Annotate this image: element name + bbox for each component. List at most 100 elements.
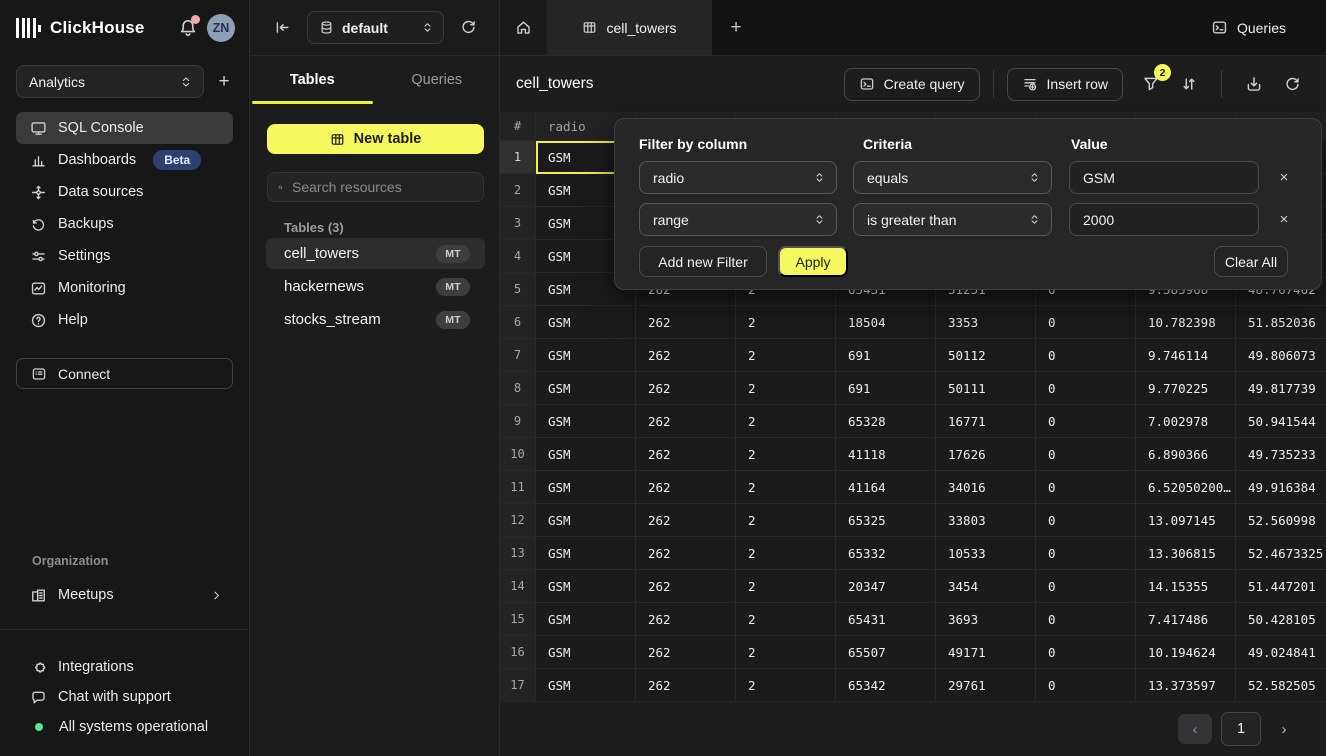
clear-all-button[interactable]: Clear All: [1214, 246, 1288, 277]
row-number[interactable]: 7: [500, 339, 536, 372]
table-cell[interactable]: 262: [636, 537, 736, 570]
sidebar-item-backups[interactable]: Backups: [16, 208, 233, 240]
table-cell[interactable]: GSM: [536, 636, 636, 669]
list-item-hackernews[interactable]: hackernews MT: [266, 271, 485, 302]
queries-link[interactable]: Queries: [1211, 0, 1326, 55]
table-cell[interactable]: GSM: [536, 339, 636, 372]
table-cell[interactable]: 2: [736, 603, 836, 636]
table-cell[interactable]: 262: [636, 636, 736, 669]
row-number[interactable]: 10: [500, 438, 536, 471]
row-number[interactable]: 6: [500, 306, 536, 339]
table-cell[interactable]: 50111: [936, 372, 1036, 405]
download-button[interactable]: [1238, 68, 1270, 100]
table-cell[interactable]: 51.852036: [1236, 306, 1326, 339]
filter-value-input[interactable]: [1069, 161, 1259, 194]
search-resources-box[interactable]: [267, 172, 484, 202]
table-cell[interactable]: 0: [1036, 504, 1136, 537]
table-cell[interactable]: 2: [736, 405, 836, 438]
system-status-link[interactable]: All systems operational: [16, 712, 233, 742]
connect-button[interactable]: Connect: [16, 358, 233, 389]
table-cell[interactable]: 2: [736, 636, 836, 669]
notifications-button[interactable]: [178, 18, 198, 38]
table-cell[interactable]: GSM: [536, 405, 636, 438]
table-cell[interactable]: 10.782398: [1136, 306, 1236, 339]
collapse-sidebar-icon[interactable]: [274, 19, 291, 36]
add-filter-button[interactable]: Add new Filter: [639, 246, 767, 277]
row-number[interactable]: 13: [500, 537, 536, 570]
table-cell[interactable]: 0: [1036, 339, 1136, 372]
filter-criteria-select[interactable]: is greater than: [853, 203, 1052, 236]
table-cell[interactable]: 13.373597: [1136, 669, 1236, 702]
sort-button[interactable]: [1173, 68, 1205, 100]
new-tab-button[interactable]: +: [712, 0, 760, 55]
table-cell[interactable]: 41118: [836, 438, 936, 471]
table-cell[interactable]: 49.735233: [1236, 438, 1326, 471]
table-cell[interactable]: 0: [1036, 306, 1136, 339]
list-item-cell-towers[interactable]: cell_towers MT: [266, 238, 485, 269]
table-cell[interactable]: 49.806073: [1236, 339, 1326, 372]
table-cell[interactable]: GSM: [536, 504, 636, 537]
table-cell[interactable]: GSM: [536, 471, 636, 504]
avatar[interactable]: ZN: [207, 14, 235, 42]
row-number[interactable]: 8: [500, 372, 536, 405]
table-cell[interactable]: 10533: [936, 537, 1036, 570]
filter-column-select[interactable]: range: [639, 203, 837, 236]
add-service-button[interactable]: +: [214, 72, 234, 92]
table-cell[interactable]: 49.916384: [1236, 471, 1326, 504]
apply-button[interactable]: Apply: [778, 246, 848, 277]
table-cell[interactable]: 14.15355: [1136, 570, 1236, 603]
table-cell[interactable]: GSM: [536, 603, 636, 636]
table-cell[interactable]: 262: [636, 438, 736, 471]
table-cell[interactable]: 6.890366: [1136, 438, 1236, 471]
table-cell[interactable]: 16771: [936, 405, 1036, 438]
table-cell[interactable]: 65332: [836, 537, 936, 570]
table-cell[interactable]: 691: [836, 372, 936, 405]
table-cell[interactable]: 3693: [936, 603, 1036, 636]
table-cell[interactable]: 6.52050200…: [1136, 471, 1236, 504]
sidebar-item-integrations[interactable]: Integrations: [16, 652, 233, 682]
remove-filter-close-icon[interactable]: ×: [1271, 161, 1297, 194]
database-select[interactable]: default: [307, 11, 444, 44]
table-cell[interactable]: 262: [636, 306, 736, 339]
table-cell[interactable]: 2: [736, 504, 836, 537]
table-cell[interactable]: 3454: [936, 570, 1036, 603]
table-cell[interactable]: 262: [636, 471, 736, 504]
search-input[interactable]: [292, 179, 473, 195]
table-cell[interactable]: 13.097145: [1136, 504, 1236, 537]
table-cell[interactable]: 262: [636, 603, 736, 636]
sidebar-item-settings[interactable]: Settings: [16, 240, 233, 272]
home-button[interactable]: [500, 0, 547, 55]
table-cell[interactable]: 50.941544: [1236, 405, 1326, 438]
previous-page-button[interactable]: ‹: [1178, 714, 1212, 744]
row-number[interactable]: 14: [500, 570, 536, 603]
table-cell[interactable]: 2: [736, 306, 836, 339]
table-cell[interactable]: 51.447201: [1236, 570, 1326, 603]
table-cell[interactable]: 262: [636, 504, 736, 537]
sidebar-item-help[interactable]: Help: [16, 304, 233, 336]
table-cell[interactable]: 262: [636, 570, 736, 603]
table-cell[interactable]: GSM: [536, 306, 636, 339]
table-cell[interactable]: 20347: [836, 570, 936, 603]
table-cell[interactable]: 2: [736, 339, 836, 372]
sidebar-item-sql-console[interactable]: SQL Console: [16, 112, 233, 144]
create-query-button[interactable]: Create query: [844, 68, 980, 101]
table-cell[interactable]: 9.770225: [1136, 372, 1236, 405]
list-item-stocks-stream[interactable]: stocks_stream MT: [266, 304, 485, 335]
table-cell[interactable]: 7.417486: [1136, 603, 1236, 636]
table-cell[interactable]: 65342: [836, 669, 936, 702]
row-number[interactable]: 3: [500, 207, 536, 240]
table-cell[interactable]: 262: [636, 669, 736, 702]
table-cell[interactable]: 49.024841: [1236, 636, 1326, 669]
table-cell[interactable]: 49171: [936, 636, 1036, 669]
table-cell[interactable]: 18504: [836, 306, 936, 339]
table-cell[interactable]: 2: [736, 438, 836, 471]
table-cell[interactable]: GSM: [536, 669, 636, 702]
table-cell[interactable]: 2: [736, 669, 836, 702]
table-cell[interactable]: 2: [736, 537, 836, 570]
table-cell[interactable]: 33803: [936, 504, 1036, 537]
filter-criteria-select[interactable]: equals: [853, 161, 1052, 194]
table-cell[interactable]: 65507: [836, 636, 936, 669]
table-cell[interactable]: 0: [1036, 405, 1136, 438]
workspace-select[interactable]: Analytics: [16, 65, 204, 98]
row-number[interactable]: 16: [500, 636, 536, 669]
